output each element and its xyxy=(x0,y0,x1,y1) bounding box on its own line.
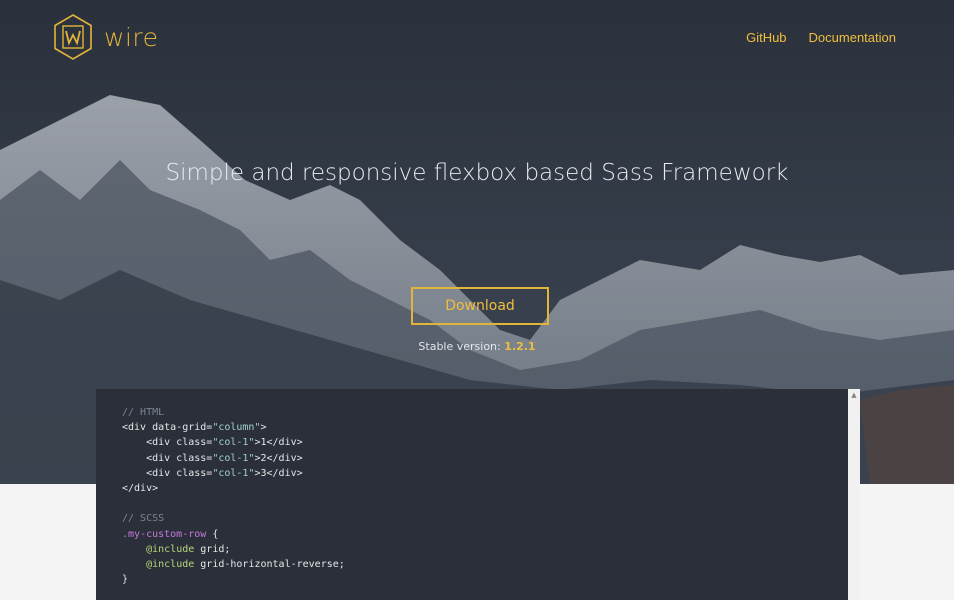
code-line: @include grid-horizontal-reverse; xyxy=(122,557,345,572)
code-token: grid; xyxy=(194,543,231,555)
code-line: @include grid; xyxy=(122,542,345,557)
code-example-panel: // HTML <div data-grid="column"> <div cla… xyxy=(96,389,860,600)
code-token: <div class= xyxy=(122,467,213,479)
code-token: <div data-grid= xyxy=(122,422,213,434)
scroll-up-arrow-icon[interactable]: ▲ xyxy=(848,389,860,401)
code-token: > xyxy=(260,422,267,434)
code-line: .my-custom-row { xyxy=(122,527,345,542)
code-token: .my-custom-row xyxy=(122,528,207,540)
code-token: // SCSS xyxy=(122,513,165,525)
code-token: "col-1" xyxy=(212,452,255,464)
code-token: { xyxy=(206,528,219,540)
code-token: >2</div> xyxy=(254,452,303,464)
code-block: // HTML <div data-grid="column"> <div cla… xyxy=(122,405,345,587)
code-line: <div class="col-1">2</div> xyxy=(122,451,345,466)
code-token: "col-1" xyxy=(212,437,255,449)
code-token: "col-1" xyxy=(212,467,255,479)
brand-name: wire xyxy=(104,22,159,52)
code-token: <div class= xyxy=(122,452,213,464)
code-line: // HTML xyxy=(122,405,345,420)
code-token: "column" xyxy=(212,422,261,434)
code-token: <div class= xyxy=(122,437,213,449)
stable-version-number[interactable]: 1.2.1 xyxy=(504,340,535,353)
code-line: </div> xyxy=(122,481,345,496)
code-token: </div> xyxy=(122,482,159,494)
code-token: >1</div> xyxy=(254,437,303,449)
code-line: <div data-grid="column"> xyxy=(122,420,345,435)
code-token: } xyxy=(122,574,129,586)
download-button[interactable]: Download xyxy=(411,287,549,325)
code-line: <div class="col-1">3</div> xyxy=(122,466,345,481)
top-nav: GitHub Documentation xyxy=(746,30,896,45)
hexagon-w-logo-icon xyxy=(54,14,92,60)
code-token: >3</div> xyxy=(254,467,303,479)
nav-github-link[interactable]: GitHub xyxy=(746,30,786,45)
stable-version-label: Stable version: xyxy=(418,340,501,353)
code-token: @include xyxy=(146,543,195,555)
code-scrollbar[interactable]: ▲ xyxy=(848,389,860,600)
code-token: grid-horizontal-reverse; xyxy=(194,558,345,570)
code-line: <div class="col-1">1</div> xyxy=(122,435,345,450)
nav-documentation-link[interactable]: Documentation xyxy=(809,30,896,45)
brand-logo[interactable]: wire xyxy=(52,13,159,61)
hero-tagline: Simple and responsive flexbox based Sass… xyxy=(165,160,789,186)
code-line: // SCSS xyxy=(122,511,345,526)
code-token: // HTML xyxy=(122,407,165,418)
code-line: } xyxy=(122,572,345,587)
stable-version-text: Stable version: 1.2.1 xyxy=(0,340,954,353)
code-token: @include xyxy=(146,558,195,570)
